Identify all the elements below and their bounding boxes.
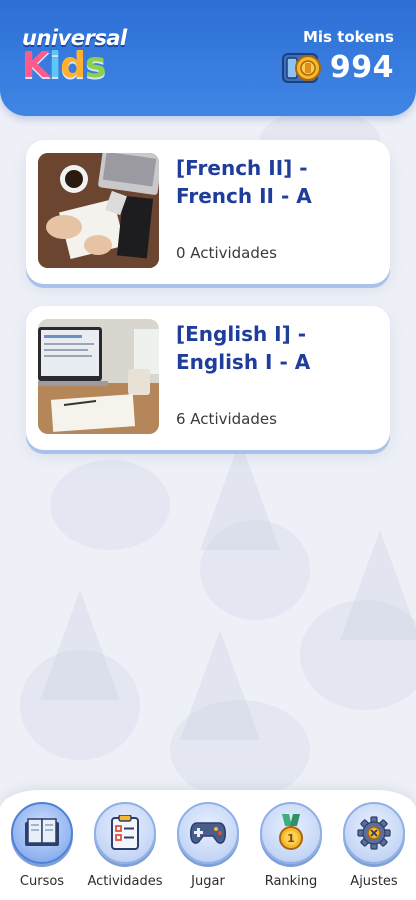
nav-label: Actividades [87, 874, 163, 889]
gamepad-icon [190, 822, 226, 844]
coin-ticket-icon [281, 52, 321, 83]
nav-label: Ajustes [350, 874, 398, 889]
book-icon [25, 818, 59, 846]
course-card-english[interactable]: [English I] - English I - A 6 Actividade… [26, 306, 390, 450]
course-title: [English I] - English I - A [176, 322, 311, 374]
nav-button-ajustes[interactable] [343, 802, 405, 864]
nav-item-ranking[interactable]: 1 Ranking [251, 802, 331, 889]
universal-kids-logo: universal Kids [22, 26, 127, 92]
nav-button-actividades[interactable] [94, 802, 156, 864]
svg-text:1: 1 [287, 832, 295, 845]
logo-text-bottom: Kids [22, 45, 106, 86]
course-activity-count: 0 Actividades [176, 244, 277, 262]
nav-item-cursos[interactable]: Cursos [2, 802, 82, 889]
nav-button-jugar[interactable] [177, 802, 239, 864]
nav-item-actividades[interactable]: Actividades [85, 802, 165, 889]
desk-notebook-photo [38, 153, 159, 268]
laptop-desk-photo [38, 319, 159, 434]
medal-icon: 1 [279, 814, 303, 850]
tokens-value: 994 [329, 50, 394, 85]
course-card-french[interactable]: [French II] - French II - A 0 Actividade… [26, 140, 390, 284]
gear-icon [357, 816, 391, 850]
nav-label: Ranking [264, 874, 318, 889]
nav-item-jugar[interactable]: Jugar [168, 802, 248, 889]
course-list: [French II] - French II - A 0 Actividade… [26, 140, 390, 472]
app-header: universal Kids Mis tokens 994 [0, 0, 416, 116]
nav-label: Cursos [19, 874, 65, 889]
nav-button-ranking[interactable]: 1 [260, 802, 322, 864]
tokens-display: 994 [281, 50, 394, 85]
nav-button-cursos[interactable] [11, 802, 73, 864]
nav-label: Jugar [191, 874, 225, 889]
checklist-icon [111, 815, 139, 850]
course-title: [French II] - French II - A [176, 156, 312, 208]
course-activity-count: 6 Actividades [176, 410, 277, 428]
tokens-label: Mis tokens [302, 28, 394, 46]
nav-item-ajustes[interactable]: Ajustes [334, 802, 414, 889]
bottom-navigation: Cursos Actividades Jugar 1 Ranking Ajust… [0, 790, 416, 900]
